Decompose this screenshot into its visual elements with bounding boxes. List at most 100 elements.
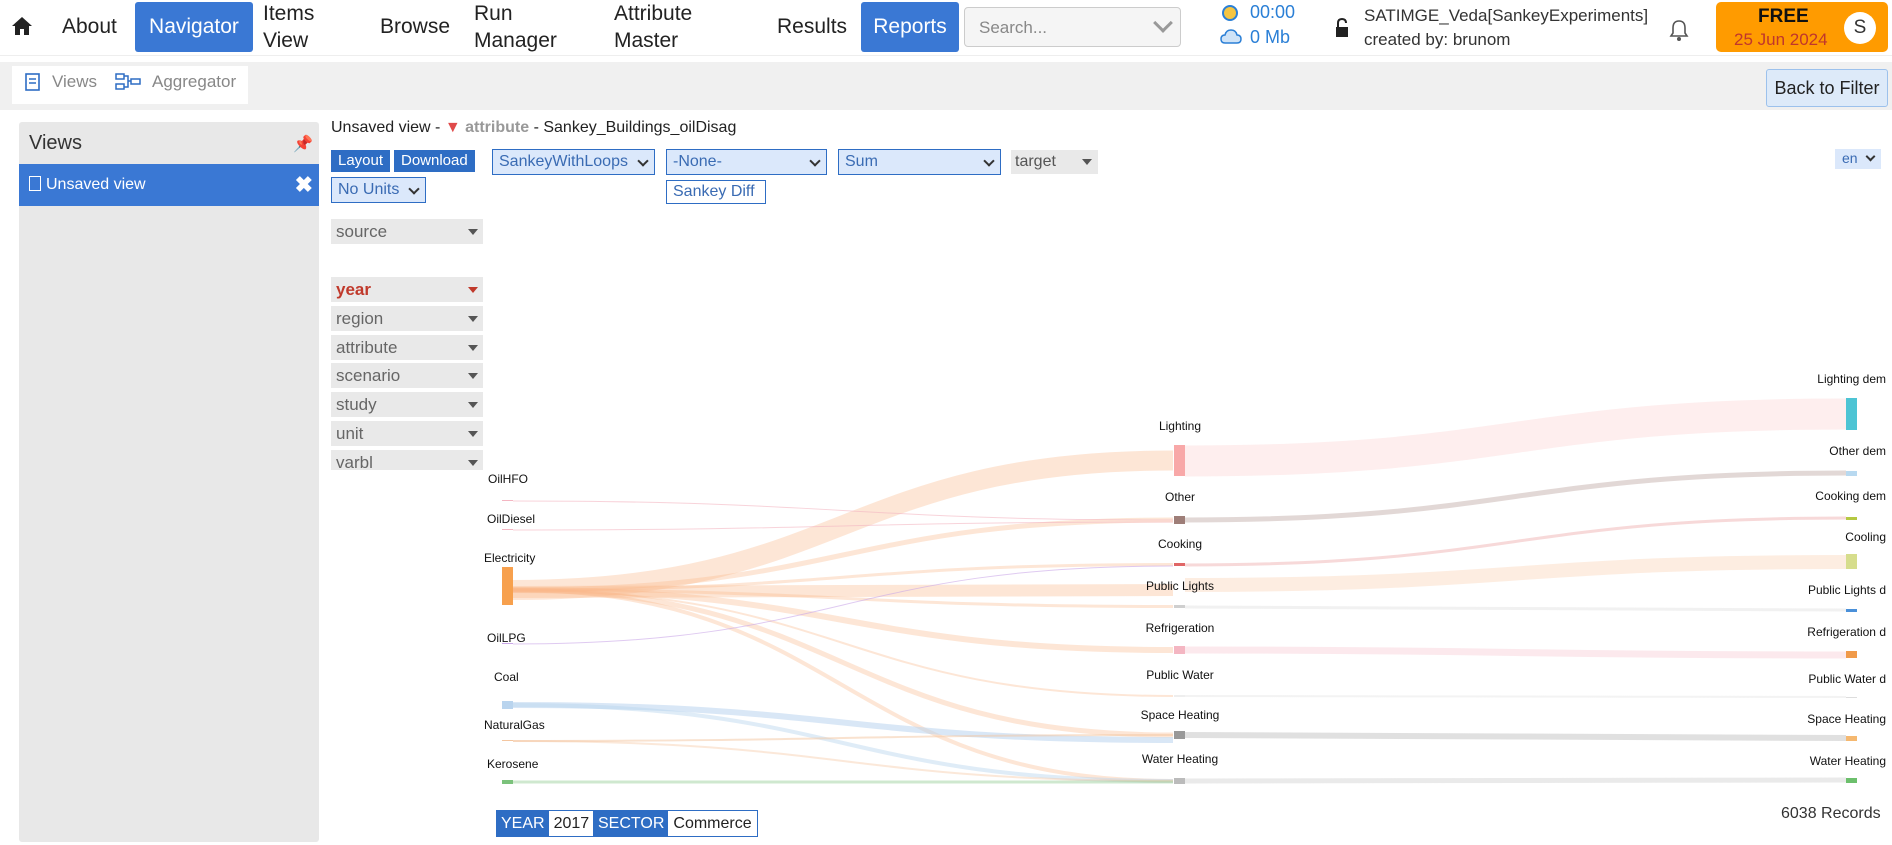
dimension-label: varbl [336, 453, 373, 472]
timer-value: 00:00 [1250, 2, 1296, 22]
chevron-down-icon [809, 155, 821, 167]
nav-attribute-master[interactable]: Attribute Master [614, 2, 692, 52]
chevron-down-icon[interactable] [1153, 13, 1173, 33]
chevron-down-icon [1865, 151, 1876, 162]
chart-type-select[interactable]: SankeyWithLoops [492, 149, 655, 175]
chevron-down-icon [637, 155, 649, 167]
download-button[interactable]: Download [393, 150, 475, 172]
language-select[interactable]: en [1835, 149, 1881, 169]
dimension-label: study [336, 395, 377, 414]
dimension-label: subsector [336, 597, 410, 616]
back-to-filter-button[interactable]: Back to Filter [1766, 69, 1888, 107]
clock-icon [1222, 5, 1238, 21]
dimension-label: year [336, 280, 371, 299]
caret-down-icon [468, 489, 478, 495]
caret-down-icon [468, 575, 478, 581]
filter-value: 2017 [548, 811, 595, 836]
views-panel: Views 📌 Unsaved view ✖ [19, 122, 319, 842]
dimension-study[interactable]: study [331, 392, 483, 417]
dimension-attribute[interactable]: attribute [331, 335, 483, 360]
home-icon[interactable] [10, 14, 34, 38]
sankey-diff-button[interactable]: Sankey Diff [666, 180, 766, 204]
dimension-label: region [336, 309, 384, 328]
caret-down-icon [468, 604, 478, 610]
caret-down-icon [468, 431, 478, 437]
nav-reports[interactable]: Reports [861, 2, 959, 52]
views-icon [25, 73, 40, 91]
cloud-icon [1220, 29, 1242, 44]
sub-toolbar: Views Aggregator [0, 62, 1892, 110]
nav-about[interactable]: About [62, 2, 117, 52]
caret-down-icon [468, 460, 478, 466]
filter-icon: ▼ [444, 119, 461, 136]
nav-items-view-line2: View [263, 29, 309, 52]
dimension-subsector[interactable]: subsector [331, 594, 483, 619]
chart-type-value: SankeyWithLoops [499, 153, 628, 170]
dimension-label: source_use [336, 568, 424, 587]
target-dimension[interactable]: target [1011, 150, 1098, 174]
filter-chip-year[interactable]: YEAR 2017 [496, 810, 596, 837]
close-icon[interactable]: ✖ [295, 172, 313, 198]
language-value: en [1842, 150, 1858, 166]
nav-browse[interactable]: Browse [380, 2, 450, 52]
dimension-commtype[interactable]: commtype [331, 479, 483, 504]
view-item-unsaved[interactable]: Unsaved view ✖ [19, 164, 319, 206]
nav-attribute-master-line1: Attribute [614, 1, 693, 25]
breadcrumb: Unsaved view - ▼ attribute - Sankey_Buil… [331, 119, 736, 137]
dimension-unit[interactable]: unit [331, 421, 483, 446]
breadcrumb-attr[interactable]: attribute [465, 119, 529, 136]
avatar[interactable]: S [1844, 12, 1876, 44]
project-creator: created by: brunom [1364, 30, 1511, 49]
dimension-year[interactable]: year [331, 277, 483, 302]
dimension-varbl[interactable]: varbl [331, 450, 483, 475]
dimension-label: unit [336, 424, 364, 443]
nav-run-manager-line1: Run [474, 1, 513, 25]
search-input[interactable]: Search... [964, 7, 1181, 47]
nav-items-view-line1: Items [263, 1, 315, 25]
units-value: No Units [338, 181, 400, 198]
dimension-label: source [336, 222, 388, 241]
layout-button[interactable]: Layout [331, 150, 391, 172]
dimension-region[interactable]: region [331, 306, 483, 331]
search-placeholder: Search... [979, 18, 1048, 37]
dimension-source-use[interactable]: source_use [331, 565, 483, 590]
nav-run-manager[interactable]: Run Manager [474, 2, 557, 52]
aggregator-icon [115, 73, 141, 90]
document-icon [29, 176, 41, 191]
dimension-label: enduse [336, 510, 392, 529]
plan-badge[interactable]: FREE 25 Jun 2024 S [1716, 2, 1888, 52]
caret-down-icon [468, 345, 478, 351]
view-item-label: Unsaved view [46, 176, 146, 193]
dimension-label: commtype [336, 482, 415, 501]
dimension-source[interactable]: source [331, 219, 483, 244]
chevron-down-icon [983, 155, 995, 167]
nav-navigator[interactable]: Navigator [135, 2, 253, 52]
dimension-enduse[interactable]: enduse [331, 507, 483, 532]
filter-key: SECTOR [594, 811, 669, 836]
memory-value: 0 Mb [1250, 27, 1291, 47]
aggregation-select[interactable]: Sum [838, 149, 1001, 175]
caret-down-icon [468, 229, 478, 235]
dimension-scenario[interactable]: scenario [331, 363, 483, 388]
plan-date: 25 Jun 2024 [1734, 30, 1828, 49]
compare-value: -None- [673, 153, 722, 170]
filter-chip-sector[interactable]: SECTOR Commerce [593, 810, 758, 837]
dimension-sector[interactable]: sector [331, 536, 483, 561]
unlock-icon[interactable] [1334, 18, 1350, 38]
filter-value: Commerce [668, 811, 757, 836]
compare-select[interactable]: -None- [666, 149, 827, 175]
nav-items-view[interactable]: Items View [263, 2, 314, 52]
aggregator-tab[interactable]: Aggregator [152, 72, 236, 92]
breadcrumb-prefix: Unsaved view - [331, 119, 445, 136]
chevron-down-icon [408, 183, 420, 195]
nav-results[interactable]: Results [777, 2, 847, 52]
units-select[interactable]: No Units [331, 177, 426, 203]
pin-icon[interactable]: 📌 [293, 134, 313, 154]
target-label: target [1015, 153, 1056, 170]
project-info: SATIMGE_Veda[SankeyExperiments] created … [1364, 4, 1648, 52]
caret-down-icon [1082, 159, 1092, 165]
bell-icon[interactable] [1668, 18, 1690, 42]
views-tab[interactable]: Views [52, 72, 97, 92]
caret-down-icon [468, 402, 478, 408]
breadcrumb-suffix: - Sankey_Buildings_oilDisag [529, 119, 737, 136]
